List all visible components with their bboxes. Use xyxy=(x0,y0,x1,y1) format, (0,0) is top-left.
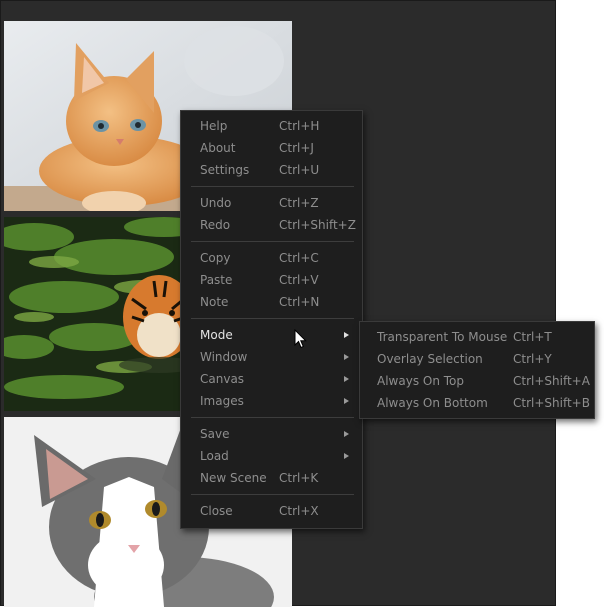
menu-item-paste[interactable]: Paste Ctrl+V xyxy=(181,269,362,291)
menu-item-label: New Scene xyxy=(200,471,267,485)
menu-item-shortcut: Ctrl+V xyxy=(279,273,319,287)
menu-item-label: Settings xyxy=(200,163,250,177)
menu-item-label: Overlay Selection xyxy=(377,352,483,366)
menu-item-window[interactable]: Window xyxy=(181,346,362,368)
menu-item-shortcut: Ctrl+Shift+Z xyxy=(279,218,356,232)
menu-item-settings[interactable]: Settings Ctrl+U xyxy=(181,159,362,181)
menu-item-shortcut: Ctrl+U xyxy=(279,163,320,177)
menu-item-label: Mode xyxy=(200,328,233,342)
menu-item-canvas[interactable]: Canvas xyxy=(181,368,362,390)
submenu-arrow-icon xyxy=(344,332,349,338)
menu-item-shortcut: Ctrl+C xyxy=(279,251,319,265)
mouse-cursor-icon xyxy=(294,328,307,352)
menu-separator xyxy=(191,241,354,242)
menu-item-label: Copy xyxy=(200,251,231,265)
submenu-arrow-icon xyxy=(344,431,349,437)
mode-submenu: Transparent To Mouse Ctrl+T Overlay Select… xyxy=(359,321,595,419)
menu-item-always-on-bottom[interactable]: Always On Bottom Ctrl+Shift+B xyxy=(360,392,594,414)
menu-item-label: Paste xyxy=(200,273,233,287)
menu-item-always-on-top[interactable]: Always On Top Ctrl+Shift+A xyxy=(360,370,594,392)
menu-item-label: About xyxy=(200,141,236,155)
menu-item-shortcut: Ctrl+K xyxy=(279,471,319,485)
menu-item-label: Load xyxy=(200,449,229,463)
menu-item-label: Redo xyxy=(200,218,231,232)
image-canvas[interactable]: Help Ctrl+H About Ctrl+J Settings Ctrl+U Undo C… xyxy=(0,0,595,607)
menu-item-about[interactable]: About Ctrl+J xyxy=(181,137,362,159)
menu-item-images[interactable]: Images xyxy=(181,390,362,412)
menu-item-label: Close xyxy=(200,504,233,518)
menu-item-mode[interactable]: Mode xyxy=(181,324,362,346)
menu-item-label: Canvas xyxy=(200,372,245,386)
menu-item-shortcut: Ctrl+X xyxy=(279,504,319,518)
menu-item-copy[interactable]: Copy Ctrl+C xyxy=(181,247,362,269)
menu-item-load[interactable]: Load xyxy=(181,445,362,467)
submenu-arrow-icon xyxy=(344,376,349,382)
menu-separator xyxy=(191,186,354,187)
menu-item-shortcut: Ctrl+J xyxy=(279,141,314,155)
context-menu: Help Ctrl+H About Ctrl+J Settings Ctrl+U Undo C… xyxy=(180,110,363,529)
submenu-arrow-icon xyxy=(344,398,349,404)
menu-separator xyxy=(191,417,354,418)
menu-item-save[interactable]: Save xyxy=(181,423,362,445)
menu-item-shortcut: Ctrl+Shift+A xyxy=(513,374,590,388)
menu-separator xyxy=(191,494,354,495)
menu-item-note[interactable]: Note Ctrl+N xyxy=(181,291,362,313)
menu-item-label: Always On Bottom xyxy=(377,396,488,410)
menu-item-label: Note xyxy=(200,295,229,309)
menu-item-help[interactable]: Help Ctrl+H xyxy=(181,115,362,137)
menu-item-shortcut: Ctrl+H xyxy=(279,119,320,133)
submenu-arrow-icon xyxy=(344,354,349,360)
menu-item-overlay-selection[interactable]: Overlay Selection Ctrl+Y xyxy=(360,348,594,370)
menu-item-shortcut: Ctrl+Z xyxy=(279,196,319,210)
menu-item-label: Images xyxy=(200,394,244,408)
menu-item-label: Undo xyxy=(200,196,232,210)
menu-item-close[interactable]: Close Ctrl+X xyxy=(181,500,362,522)
menu-item-label: Help xyxy=(200,119,228,133)
submenu-arrow-icon xyxy=(344,453,349,459)
menu-item-label: Save xyxy=(200,427,230,441)
menu-item-redo[interactable]: Redo Ctrl+Shift+Z xyxy=(181,214,362,236)
menu-item-label: Transparent To Mouse xyxy=(377,330,508,344)
menu-item-shortcut: Ctrl+T xyxy=(513,330,552,344)
menu-item-transparent-to-mouse[interactable]: Transparent To Mouse Ctrl+T xyxy=(360,326,594,348)
menu-item-label: Window xyxy=(200,350,248,364)
menu-separator xyxy=(191,318,354,319)
menu-item-shortcut: Ctrl+Y xyxy=(513,352,552,366)
menu-item-undo[interactable]: Undo Ctrl+Z xyxy=(181,192,362,214)
menu-item-new-scene[interactable]: New Scene Ctrl+K xyxy=(181,467,362,489)
menu-item-label: Always On Top xyxy=(377,374,464,388)
menu-item-shortcut: Ctrl+Shift+B xyxy=(513,396,590,410)
menu-item-shortcut: Ctrl+N xyxy=(279,295,320,309)
